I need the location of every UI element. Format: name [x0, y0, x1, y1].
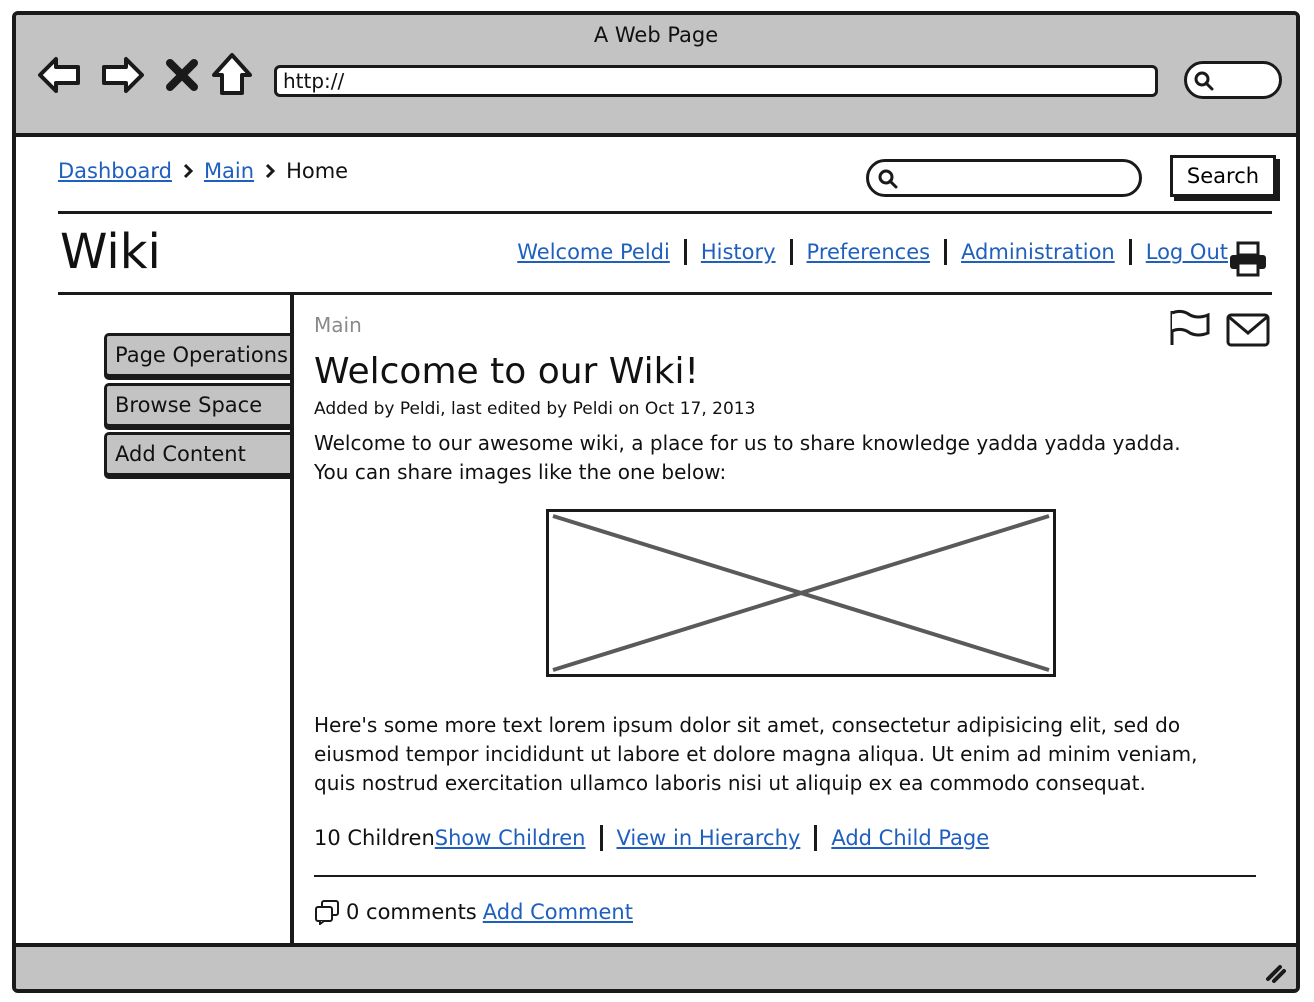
- show-children-link[interactable]: Show Children: [435, 826, 586, 850]
- log-out-link[interactable]: Log Out: [1146, 240, 1228, 264]
- view-in-hierarchy-link[interactable]: View in Hierarchy: [617, 826, 801, 850]
- browser-search-field[interactable]: [1184, 61, 1282, 99]
- comments-count: 0 comments: [346, 900, 477, 924]
- back-arrow-icon[interactable]: [36, 51, 84, 99]
- window-title: A Web Page: [593, 23, 719, 47]
- breadcrumb: Dashboard Main Home: [58, 159, 348, 183]
- browser-chrome: A Web Page http://: [16, 15, 1296, 137]
- welcome-user-link[interactable]: Welcome Peldi: [517, 240, 670, 264]
- link-separator: [814, 825, 818, 851]
- mail-icon[interactable]: [1226, 313, 1270, 347]
- search-input[interactable]: [905, 165, 1135, 193]
- add-comment-link[interactable]: Add Comment: [483, 900, 633, 924]
- home-icon[interactable]: [208, 51, 256, 99]
- sidebar-item-page-operations[interactable]: Page Operations: [104, 333, 294, 377]
- status-bar: [16, 943, 1296, 989]
- printer-icon[interactable]: [1228, 241, 1268, 277]
- children-count: 10 Children: [314, 826, 435, 850]
- sidebar-item-browse-space[interactable]: Browse Space: [104, 383, 294, 427]
- preferences-link[interactable]: Preferences: [807, 240, 931, 264]
- body-line: eiusmod tempor incididunt ut labore et d…: [314, 742, 1198, 766]
- children-bar: 10 Children Show Children View in Hierar…: [314, 825, 989, 851]
- url-bar[interactable]: http://: [274, 65, 1158, 97]
- link-separator: [789, 239, 793, 265]
- intro-text: Welcome to our awesome wiki, a place for…: [314, 429, 1264, 487]
- intro-line: You can share images like the one below:: [314, 460, 727, 484]
- image-placeholder: [546, 509, 1056, 677]
- body-line: Here's some more text lorem ipsum dolor …: [314, 713, 1181, 737]
- forward-arrow-icon[interactable]: [98, 51, 146, 99]
- page-byline: Added by Peldi, last edited by Peldi on …: [314, 399, 756, 419]
- history-link[interactable]: History: [701, 240, 776, 264]
- comments-divider: [314, 875, 1256, 877]
- space-label: Main: [314, 313, 362, 337]
- site-title: Wiki: [60, 224, 161, 280]
- search-field[interactable]: [866, 159, 1142, 197]
- browser-window: A Web Page http:// Dashboard Main Home S…: [12, 11, 1300, 993]
- user-links: Welcome Peldi History Preferences Admini…: [517, 239, 1228, 265]
- search-button[interactable]: Search: [1170, 155, 1276, 197]
- chevron-right-icon: [183, 163, 194, 179]
- main-panel: Main Welcome to our Wiki! Added by Peldi…: [314, 295, 1272, 943]
- add-child-page-link[interactable]: Add Child Page: [831, 826, 989, 850]
- comments-bar: 0 comments Add Comment: [314, 899, 633, 925]
- page-content: Dashboard Main Home Search Wiki Welcome …: [16, 137, 1296, 943]
- link-separator: [683, 239, 687, 265]
- stop-icon[interactable]: [162, 51, 202, 99]
- url-text: http://: [283, 69, 345, 93]
- breadcrumb-main[interactable]: Main: [204, 159, 254, 183]
- sidebar-divider: [290, 295, 294, 943]
- page-title: Welcome to our Wiki!: [314, 351, 699, 392]
- flag-icon[interactable]: [1168, 309, 1212, 347]
- search-icon: [878, 169, 898, 189]
- chevron-right-icon: [266, 163, 276, 179]
- breadcrumb-dashboard[interactable]: Dashboard: [58, 159, 172, 183]
- intro-line: Welcome to our awesome wiki, a place for…: [314, 431, 1181, 455]
- breadcrumb-current: Home: [286, 159, 349, 183]
- sidebar-item-add-content[interactable]: Add Content: [104, 432, 294, 476]
- link-separator: [599, 825, 603, 851]
- administration-link[interactable]: Administration: [961, 240, 1115, 264]
- comments-icon: [315, 900, 339, 925]
- body-line: quis nostrud exercitation ullamco labori…: [314, 771, 1146, 795]
- search-icon: [1194, 71, 1214, 91]
- resize-grip-icon[interactable]: [1262, 959, 1288, 983]
- link-separator: [1128, 239, 1132, 265]
- header-divider: [58, 211, 1272, 214]
- link-separator: [944, 239, 948, 265]
- body-text: Here's some more text lorem ipsum dolor …: [314, 711, 1264, 798]
